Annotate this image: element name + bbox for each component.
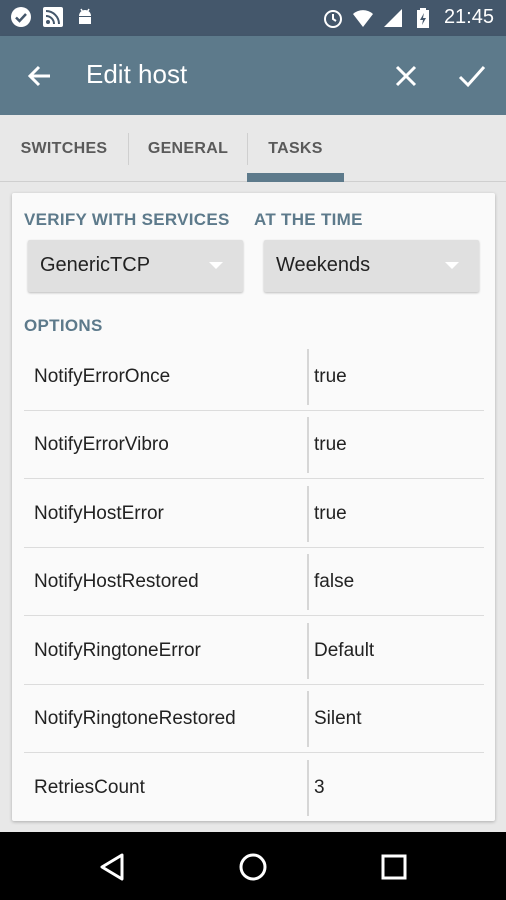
option-divider [307,349,309,405]
option-name: NotifyHostRestored [34,571,199,592]
option-value[interactable]: true [314,366,347,388]
option-row[interactable]: NotifyErrorVibro true [24,411,484,479]
option-divider [307,554,309,610]
option-divider [307,486,309,542]
status-bar: 21:45 [0,0,506,36]
option-row[interactable]: NotifyHostError true [24,480,484,548]
verify-services-label: VERIFY WITH SERVICES [24,210,230,229]
tab-general[interactable]: GENERAL [129,115,247,182]
option-value[interactable]: true [314,434,347,456]
page-title: Edit host [86,59,188,89]
system-nav-bar [0,832,506,900]
option-row[interactable]: NotifyHostRestored false [24,548,484,616]
at-the-time-value: Weekends [276,254,371,276]
status-time: 21:45 [443,6,494,28]
check-circle-icon [10,6,32,28]
option-value[interactable]: 3 [314,777,325,799]
row-separator [24,752,484,753]
option-divider [307,417,309,473]
option-row[interactable]: NotifyRingtoneRestored Silent [24,685,484,753]
verify-services-dropdown[interactable]: GenericTCP [28,240,243,292]
option-value[interactable]: Default [314,640,374,662]
options-label: OPTIONS [24,316,103,335]
signal-icon [382,7,404,29]
option-divider [307,623,309,679]
app-toolbar: Edit host [0,36,506,115]
option-row[interactable]: RetriesCount 3 [24,754,484,822]
option-row[interactable]: NotifyRingtoneError Default [24,617,484,685]
option-value[interactable]: false [314,571,354,593]
row-separator [24,615,484,616]
option-name: NotifyErrorVibro [34,434,169,455]
option-row[interactable]: NotifyErrorOnce true [24,343,484,411]
tab-switches[interactable]: SWITCHES [0,115,128,182]
option-name: NotifyErrorOnce [34,366,171,387]
dropdown-arrow-icon [209,262,223,269]
home-circle-icon[interactable] [236,850,270,884]
verify-services-value: GenericTCP [40,254,151,276]
row-separator [24,478,484,479]
tasks-card: VERIFY WITH SERVICES AT THE TIME Generic… [12,193,495,821]
dropdown-arrow-icon [445,262,459,269]
check-icon[interactable] [454,58,490,94]
back-triangle-icon[interactable] [96,850,130,884]
option-name: NotifyRingtoneError [34,640,201,661]
at-the-time-label: AT THE TIME [254,210,363,229]
back-arrow-icon[interactable] [22,58,58,94]
tab-bar: SWITCHES GENERAL TASKS [0,115,506,182]
android-icon [74,6,96,28]
at-the-time-dropdown[interactable]: Weekends [264,240,479,292]
tab-tasks[interactable]: TASKS [247,115,344,182]
option-value[interactable]: Silent [314,708,362,730]
close-icon[interactable] [388,58,424,94]
option-name: RetriesCount [34,777,145,798]
alarm-icon [322,7,344,29]
battery-charging-icon [412,7,434,29]
option-name: NotifyRingtoneRestored [34,708,236,729]
tab-selected-indicator [247,173,344,182]
option-divider [307,760,309,816]
option-divider [307,691,309,747]
option-value[interactable]: true [314,503,347,525]
wifi-icon [352,7,374,29]
recents-square-icon[interactable] [377,850,411,884]
rss-icon [42,6,64,28]
option-name: NotifyHostError [34,503,164,524]
